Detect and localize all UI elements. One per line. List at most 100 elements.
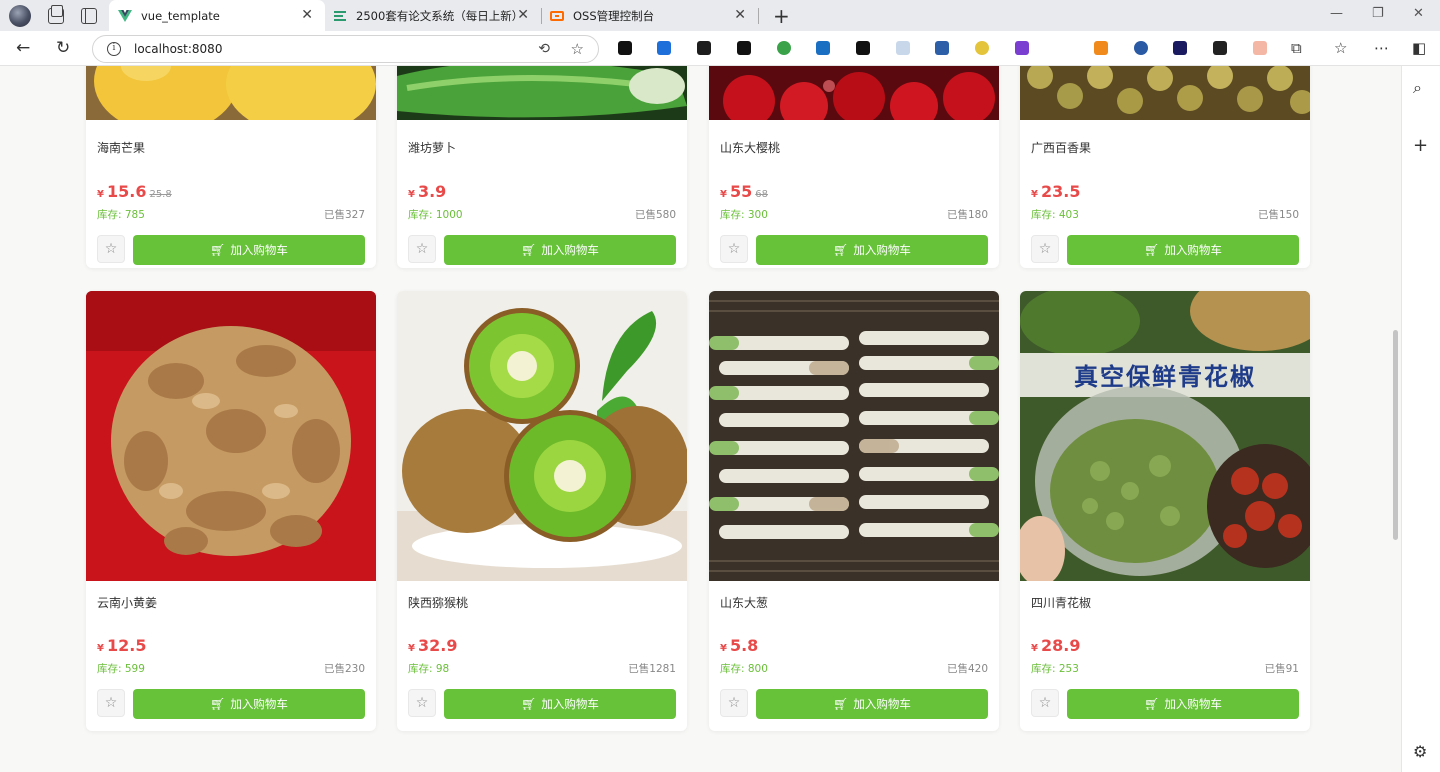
extension-navy-icon[interactable]	[1173, 41, 1187, 55]
product-name[interactable]: 广西百香果	[1031, 139, 1091, 156]
back-icon[interactable]: ←	[16, 38, 30, 58]
close-tab-icon[interactable]: ✕	[517, 8, 529, 22]
product-name[interactable]: 云南小黄姜	[97, 594, 157, 611]
add-to-cart-button[interactable]: 🛒︎ 加入购物车	[756, 689, 988, 719]
product-image-ginger[interactable]	[86, 291, 376, 581]
sold-count: 已售91	[1264, 663, 1299, 675]
extension-green-icon[interactable]	[777, 41, 791, 55]
extension-pink-icon[interactable]	[1253, 41, 1267, 55]
extension-s-icon[interactable]	[816, 41, 830, 55]
product-card[interactable]: 真空保鲜青花椒 四川青花椒 ¥28.9 库存: 253 已售91 ☆ 🛒︎ 加入购…	[1020, 291, 1310, 731]
product-card[interactable]: 山东大樱桃 ¥55 68 库存: 300 已售180 ☆ 🛒︎ 加入购物车	[709, 66, 999, 268]
favorite-button[interactable]: ☆	[97, 235, 125, 263]
url-text[interactable]: localhost:8080	[134, 42, 222, 56]
close-tab-icon[interactable]: ✕	[734, 8, 746, 22]
price-value: 28.9	[1040, 636, 1081, 655]
add-to-cart-button[interactable]: 🛒︎ 加入购物车	[1067, 689, 1299, 719]
product-image-mango[interactable]	[86, 66, 376, 120]
extension-dots2-icon[interactable]	[1213, 41, 1227, 55]
tab-oss-console[interactable]: OSS管理控制台 ✕	[542, 0, 758, 31]
tab-paper-system[interactable]: 2500套有论文系统（每日上新） ✕	[325, 0, 541, 31]
product-name[interactable]: 山东大葱	[720, 594, 768, 611]
read-aloud-icon[interactable]: ⟲	[538, 41, 550, 57]
product-price: ¥55 68	[720, 182, 768, 201]
product-name[interactable]: 海南芒果	[97, 139, 145, 156]
minimize-icon[interactable]: —	[1330, 6, 1343, 21]
product-card[interactable]: 广西百香果 ¥23.5 库存: 403 已售150 ☆ 🛒︎ 加入购物车	[1020, 66, 1310, 268]
settings-gear-icon[interactable]: ⚙	[1413, 742, 1427, 761]
star-icon: ☆	[727, 695, 741, 711]
site-info-icon[interactable]: i	[107, 42, 121, 56]
close-window-icon[interactable]: ✕	[1413, 6, 1424, 21]
product-image-radish[interactable]	[397, 66, 687, 120]
product-price: ¥23.5	[1031, 182, 1080, 201]
extension-purple-icon[interactable]	[1015, 41, 1029, 55]
add-to-cart-label: 加入购物车	[230, 697, 288, 711]
product-image-cherry[interactable]	[709, 66, 999, 120]
add-to-cart-button[interactable]: 🛒︎ 加入购物车	[444, 689, 676, 719]
add-to-cart-button[interactable]: 🛒︎ 加入购物车	[756, 235, 988, 265]
currency-symbol: ¥	[408, 643, 415, 654]
restore-icon[interactable]: ❐	[1372, 6, 1384, 21]
extension-dice-icon[interactable]	[618, 41, 632, 55]
cart-icon: 🛒︎	[833, 697, 849, 711]
workspaces-icon[interactable]	[48, 4, 64, 24]
extension-blue-icon[interactable]	[657, 41, 671, 55]
extension-orange-icon[interactable]	[1094, 41, 1108, 55]
product-name[interactable]: 陕西猕猴桃	[408, 594, 468, 611]
sidebar-toggle-icon[interactable]: ◧	[1412, 39, 1426, 57]
favorite-button[interactable]: ☆	[720, 689, 748, 717]
close-tab-icon[interactable]: ✕	[301, 8, 313, 22]
favorite-button[interactable]: ☆	[408, 235, 436, 263]
currency-symbol: ¥	[97, 189, 104, 200]
favorite-button[interactable]: ☆	[1031, 235, 1059, 263]
favorites-icon[interactable]: ☆	[1334, 39, 1347, 57]
favorite-button[interactable]: ☆	[408, 689, 436, 717]
scrollbar-thumb[interactable]	[1393, 330, 1398, 540]
extension-x-icon[interactable]	[935, 41, 949, 55]
add-to-cart-button[interactable]: 🛒︎ 加入购物车	[133, 235, 365, 265]
product-image-scallion[interactable]	[709, 291, 999, 581]
product-card[interactable]: 云南小黄姜 ¥12.5 库存: 599 已售230 ☆ 🛒︎ 加入购物车	[86, 291, 376, 731]
product-price: ¥12.5	[97, 636, 146, 655]
product-card[interactable]: 山东大葱 ¥5.8 库存: 800 已售420 ☆ 🛒︎ 加入购物车	[709, 291, 999, 731]
product-name[interactable]: 四川青花椒	[1031, 594, 1091, 611]
product-card[interactable]: 潍坊萝卜 ¥3.9 库存: 1000 已售580 ☆ 🛒︎ 加入购物车	[397, 66, 687, 268]
add-to-cart-button[interactable]: 🛒︎ 加入购物车	[444, 235, 676, 265]
product-image-kiwi[interactable]	[397, 291, 687, 581]
extensions-puzzle-icon[interactable]: ⧉	[1291, 39, 1302, 57]
product-card[interactable]: 海南芒果 ¥15.6 25.8 库存: 785 已售327 ☆ 🛒︎ 加入购物车	[86, 66, 376, 268]
address-bar[interactable]: i localhost:8080 ⟲ ☆	[92, 35, 599, 63]
more-menu-icon[interactable]: ⋯	[1374, 39, 1389, 57]
search-icon[interactable]: ⌕	[1413, 78, 1422, 98]
add-sidebar-app-icon[interactable]: +	[1413, 135, 1428, 156]
extension-wave-icon[interactable]	[1054, 41, 1068, 55]
tab-vue-template[interactable]: vue_template ✕	[109, 0, 325, 31]
currency-symbol: ¥	[1031, 189, 1038, 200]
extension-k-icon[interactable]	[856, 41, 870, 55]
extension-dark-icon[interactable]	[697, 41, 711, 55]
refresh-icon[interactable]: ↻	[56, 38, 70, 58]
product-price: ¥32.9	[408, 636, 457, 655]
product-name[interactable]: 潍坊萝卜	[408, 139, 456, 156]
profile-avatar[interactable]	[9, 4, 31, 27]
new-tab-icon[interactable]: +	[773, 6, 790, 26]
product-card[interactable]: 陕西猕猴桃 ¥32.9 库存: 98 已售1281 ☆ 🛒︎ 加入购物车	[397, 291, 687, 731]
product-image-sichuan-pepper[interactable]: 真空保鲜青花椒	[1020, 291, 1310, 581]
extension-dots-icon[interactable]	[896, 41, 910, 55]
star-icon: ☆	[727, 241, 741, 257]
favorite-button[interactable]: ☆	[1031, 689, 1059, 717]
product-image-passionfruit[interactable]	[1020, 66, 1310, 120]
price-value: 55	[729, 182, 753, 201]
extension-color-icon[interactable]	[975, 41, 989, 55]
product-name[interactable]: 山东大樱桃	[720, 139, 780, 156]
add-to-cart-button[interactable]: 🛒︎ 加入购物车	[133, 689, 365, 719]
favorite-star-icon[interactable]: ☆	[571, 40, 584, 58]
extension-c-icon[interactable]	[1134, 41, 1148, 55]
favorite-button[interactable]: ☆	[97, 689, 125, 717]
price-value: 3.9	[417, 182, 447, 201]
favorite-button[interactable]: ☆	[720, 235, 748, 263]
extension-grid-icon[interactable]	[737, 41, 751, 55]
vertical-tabs-icon[interactable]	[81, 7, 97, 24]
add-to-cart-button[interactable]: 🛒︎ 加入购物车	[1067, 235, 1299, 265]
